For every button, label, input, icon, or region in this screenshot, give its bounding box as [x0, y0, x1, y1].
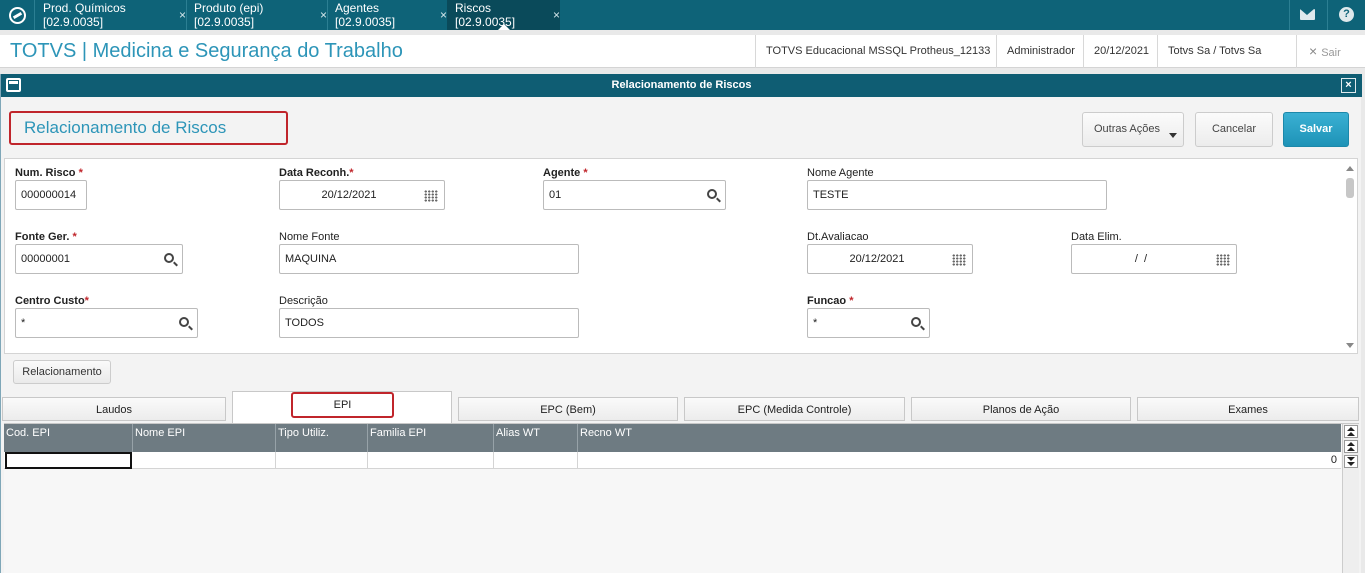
epi-grid: Cod. EPI Nome EPI Tipo Utiliz. Familia E…	[4, 423, 1359, 573]
form-panel: Num. Risco * 000000014 Data Reconh.* 20/…	[4, 158, 1358, 354]
help-icon[interactable]: ?	[1339, 7, 1354, 22]
nome-fonte-label: Nome Fonte	[279, 231, 340, 243]
scroll-up-icon[interactable]	[1346, 166, 1354, 171]
grid-cell[interactable]	[5, 452, 132, 469]
tab-agentes[interactable]: Agentes [02.9.0035] ×	[327, 0, 447, 30]
save-button[interactable]: Salvar	[1283, 112, 1349, 147]
descricao-label: Descrição	[279, 295, 328, 307]
grid-cell[interactable]	[133, 452, 276, 469]
num-risco-label: Num. Risco *	[15, 167, 83, 179]
column-header[interactable]: Nome EPI	[133, 424, 276, 452]
totvs-logo-icon[interactable]	[0, 0, 34, 30]
tab-prod-quimicos[interactable]: Prod. Químicos [02.9.0035] ×	[35, 0, 186, 30]
company-info: Totvs Sa / Totvs Sa	[1157, 35, 1271, 68]
data-reconh-label: Data Reconh.*	[279, 167, 354, 179]
dt-avaliacao-label: Dt.Avaliacao	[807, 231, 869, 243]
agente-input[interactable]: 01	[543, 180, 726, 210]
column-header[interactable]: Recno WT	[578, 424, 1341, 452]
data-reconh-input[interactable]: 20/12/2021	[279, 180, 445, 210]
scroll-thumb[interactable]	[1346, 178, 1354, 198]
tab-epi-label: EPI	[291, 392, 394, 418]
agente-label: Agente *	[543, 167, 588, 179]
search-icon[interactable]	[179, 317, 189, 327]
app-title: TOTVS | Medicina e Segurança do Trabalho	[10, 40, 403, 62]
tab-epi[interactable]: EPI	[232, 391, 452, 423]
date-info: 20/12/2021	[1083, 35, 1159, 68]
scroll-top-icon[interactable]	[1344, 425, 1358, 438]
scroll-page-up-icon[interactable]	[1344, 440, 1358, 453]
calendar-icon[interactable]	[1216, 254, 1230, 266]
search-icon[interactable]	[911, 317, 921, 327]
tab-laudos[interactable]: Laudos	[2, 397, 226, 421]
close-icon[interactable]: ×	[179, 8, 186, 22]
descricao-input[interactable]: TODOS	[279, 308, 579, 338]
num-risco-input[interactable]: 000000014	[15, 180, 87, 210]
chevron-down-icon	[1169, 133, 1177, 138]
top-tab-bar: Prod. Químicos [02.9.0035] × Produto (ep…	[0, 0, 1365, 30]
window-icon	[6, 78, 21, 92]
funcao-input[interactable]: *	[807, 308, 930, 338]
tab-epc-medida-controle[interactable]: EPC (Medida Controle)	[684, 397, 905, 421]
cancel-button[interactable]: Cancelar	[1195, 112, 1273, 147]
data-elim-label: Data Elim.	[1071, 231, 1122, 243]
close-icon[interactable]: ×	[320, 8, 327, 22]
page-title: Relacionamento de Riscos	[9, 111, 288, 145]
column-header[interactable]: Cod. EPI	[4, 424, 133, 452]
close-icon: ×	[1309, 43, 1318, 59]
search-icon[interactable]	[164, 253, 174, 263]
fonte-ger-input[interactable]: 00000001	[15, 244, 183, 274]
column-header[interactable]: Familia EPI	[368, 424, 494, 452]
form-scrollbar[interactable]	[1343, 160, 1357, 352]
calendar-icon[interactable]	[952, 254, 966, 266]
exit-button[interactable]: × Sair	[1296, 35, 1365, 68]
close-icon[interactable]: ×	[553, 8, 560, 22]
tab-exames[interactable]: Exames	[1137, 397, 1359, 421]
nome-agente-label: Nome Agente	[807, 167, 874, 179]
nome-agente-input[interactable]: TESTE	[807, 180, 1107, 210]
data-elim-input[interactable]: / /	[1071, 244, 1237, 274]
tab-planos-de-acao[interactable]: Planos de Ação	[911, 397, 1131, 421]
tab-produto-epi[interactable]: Produto (epi) [02.9.0035] ×	[186, 0, 327, 30]
relacionamento-riscos-dialog: Relacionamento de Riscos × Relacionament…	[0, 74, 1362, 573]
scroll-down-icon[interactable]	[1346, 343, 1354, 348]
grid-cell[interactable]	[276, 452, 368, 469]
grid-cell[interactable]	[368, 452, 494, 469]
column-header[interactable]: Alias WT	[494, 424, 578, 452]
grid-cell[interactable]: 0	[578, 452, 1341, 469]
mail-icon[interactable]	[1300, 9, 1315, 20]
dialog-close-button[interactable]: ×	[1341, 78, 1356, 93]
grid-scrollbar[interactable]	[1342, 424, 1359, 573]
calendar-icon[interactable]	[424, 190, 438, 202]
dialog-title: Relacionamento de Riscos	[611, 79, 752, 91]
close-icon[interactable]: ×	[440, 8, 447, 22]
centro-custo-input[interactable]: *	[15, 308, 198, 338]
grid-cell[interactable]	[494, 452, 578, 469]
app-header: TOTVS | Medicina e Segurança do Trabalho…	[0, 35, 1365, 68]
dt-avaliacao-input[interactable]: 20/12/2021	[807, 244, 973, 274]
funcao-label: Funcao *	[807, 295, 854, 307]
relacionamento-button[interactable]: Relacionamento	[13, 360, 111, 384]
outras-acoes-button[interactable]: Outras Ações	[1082, 112, 1184, 147]
search-icon[interactable]	[707, 189, 717, 199]
tab-epc-bem[interactable]: EPC (Bem)	[458, 397, 678, 421]
column-header[interactable]: Tipo Utiliz.	[276, 424, 368, 452]
nome-fonte-input[interactable]: MAQUINA	[279, 244, 579, 274]
environment-info: TOTVS Educacional MSSQL Protheus_12133	[755, 35, 1000, 68]
grid-header: Cod. EPI Nome EPI Tipo Utiliz. Familia E…	[4, 424, 1341, 452]
dialog-titlebar: Relacionamento de Riscos ×	[1, 74, 1362, 97]
scroll-page-down-icon[interactable]	[1344, 455, 1358, 468]
centro-custo-label: Centro Custo*	[15, 295, 89, 307]
tab-riscos[interactable]: Riscos [02.9.0035] ×	[447, 0, 560, 30]
user-info: Administrador	[996, 35, 1085, 68]
table-row[interactable]: 0	[4, 452, 1341, 469]
fonte-ger-label: Fonte Ger. *	[15, 231, 77, 243]
